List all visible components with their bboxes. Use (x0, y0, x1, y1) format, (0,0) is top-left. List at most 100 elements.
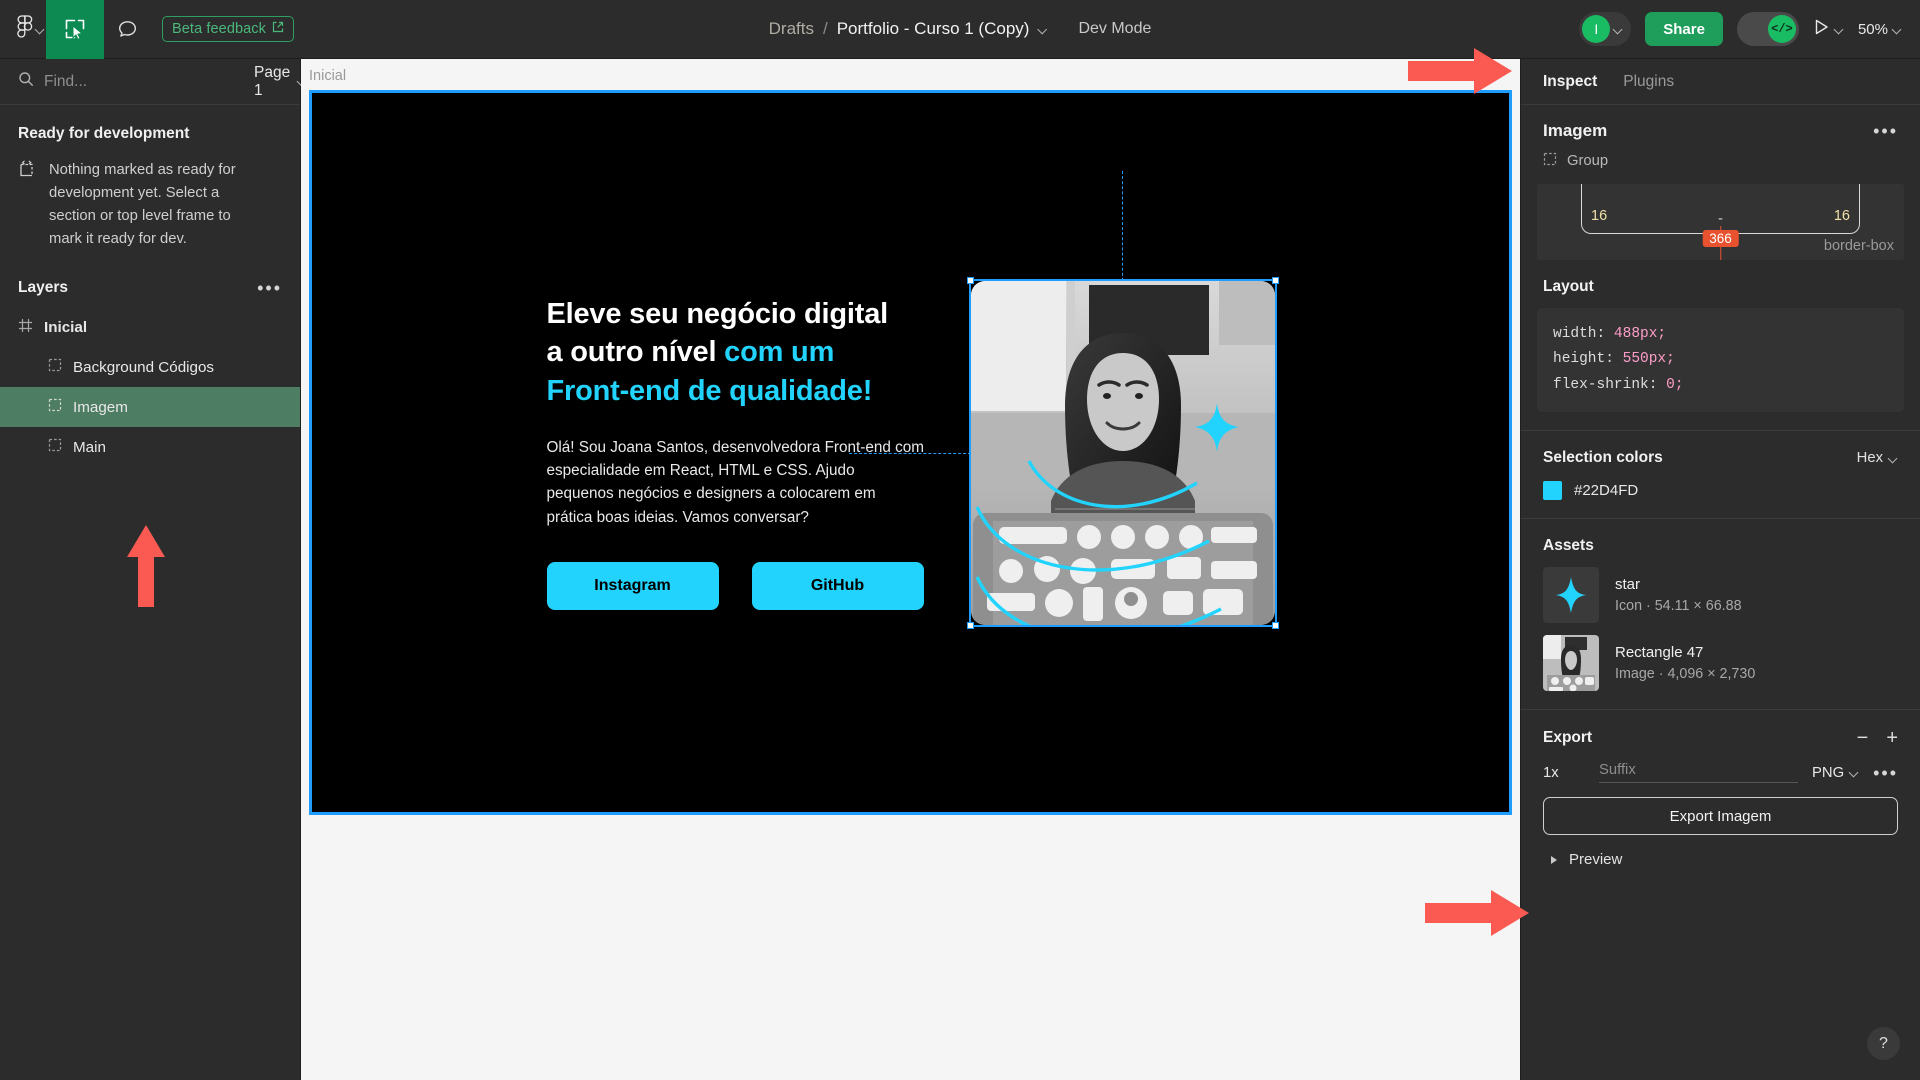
breadcrumb: Drafts / Portfolio - Curso 1 (Copy) Dev … (769, 19, 1152, 39)
css-value: 0; (1666, 376, 1684, 393)
measurement-badge: 366 (1702, 230, 1739, 247)
selected-image-group[interactable] (848, 170, 1279, 629)
selection-type-label: Group (1567, 153, 1609, 169)
color-swatch[interactable] (1543, 481, 1562, 501)
dev-mode-toggle[interactable]: </> (1736, 12, 1799, 46)
asset-name: star (1615, 576, 1641, 594)
tab-plugins[interactable]: Plugins (1623, 73, 1674, 91)
beta-feedback-button[interactable]: Beta feedback (162, 16, 295, 42)
selection-handle-bottom-right[interactable] (1271, 621, 1279, 629)
export-suffix-input[interactable] (1599, 762, 1799, 784)
share-button[interactable]: Share (1645, 12, 1723, 46)
group-icon (1543, 152, 1557, 170)
selection-handle-bottom-left[interactable] (966, 621, 974, 629)
export-header: Export − + (1543, 728, 1898, 748)
main-body: Page 1 Ready for development Nothing mar… (0, 59, 1920, 1080)
dev-mode-label: Dev Mode (1078, 20, 1152, 37)
add-export-icon[interactable]: + (1886, 728, 1898, 748)
color-hex-value: #22D4FD (1574, 482, 1639, 500)
chevron-down-icon (36, 25, 45, 34)
hero-paragraph: Olá! Sou Joana Santos, desenvolvedora Fr… (546, 438, 925, 526)
avatar[interactable]: I (1582, 15, 1611, 43)
export-imagem-button[interactable]: Export Imagem (1543, 797, 1898, 836)
selection-color-item[interactable]: #22D4FD (1521, 467, 1920, 501)
box-model-center-value: - (1718, 211, 1723, 227)
instagram-button[interactable]: Instagram (546, 561, 719, 610)
avatar-chevron-down-icon[interactable] (1614, 25, 1623, 34)
ready-for-development-title: Ready for development (18, 125, 190, 142)
selection-handle-top-left[interactable] (966, 276, 974, 284)
frame-name-label[interactable]: Inicial (309, 68, 346, 84)
hero-photo (970, 280, 1275, 625)
asset-item-rectangle-47[interactable]: Rectangle 47 Image · 4,096 × 2,730 (1521, 623, 1920, 692)
github-button[interactable]: GitHub (751, 561, 924, 610)
asset-info: Rectangle 47 Image · 4,096 × 2,730 (1615, 644, 1755, 682)
help-button[interactable]: ? (1867, 1027, 1900, 1060)
group-icon (48, 438, 62, 456)
inspect-panel-tabs: Inspect Plugins (1521, 59, 1920, 105)
selection-type-row: Group (1543, 152, 1898, 170)
preview-disclosure[interactable]: Preview (1521, 835, 1920, 868)
ready-for-development-section: Ready for development Nothing marked as … (0, 105, 300, 265)
page-selector[interactable]: Page 1 (254, 64, 305, 100)
asset-item-star[interactable]: star Icon · 54.11 × 66.88 (1521, 555, 1920, 624)
frame-icon (18, 318, 33, 337)
tab-inspect[interactable]: Inspect (1543, 73, 1597, 91)
selection-more-options-icon[interactable]: ••• (1873, 122, 1898, 140)
present-group[interactable] (1813, 18, 1844, 41)
layer-item-inicial[interactable]: Inicial (0, 307, 300, 347)
zoom-level-label: 50% (1857, 20, 1888, 38)
box-model-diagram: 16 - 16 366 border-box (1537, 184, 1904, 260)
color-format-chevron-down-icon[interactable] (1889, 454, 1898, 463)
play-icon[interactable] (1813, 18, 1830, 41)
frame-inicial[interactable]: Eleve seu negócio digital a outro nível … (309, 90, 1512, 815)
export-controls: − + (1857, 728, 1898, 748)
asset-meta: Icon · 54.11 × 66.88 (1615, 598, 1742, 615)
chevron-right-icon[interactable] (1551, 855, 1557, 864)
comment-tool-button[interactable] (104, 0, 150, 59)
selection-header: Imagem ••• Group (1521, 105, 1920, 170)
layers-more-options-icon[interactable]: ••• (257, 279, 282, 297)
css-property: flex-shrink: (1553, 376, 1658, 393)
selection-colors-header: Selection colors Hex (1543, 449, 1898, 467)
avatar-group[interactable]: I (1579, 12, 1632, 46)
layer-item-background-codigos[interactable]: Background Códigos (0, 347, 300, 387)
export-section: Export − + (1521, 710, 1920, 748)
search-input[interactable] (44, 72, 244, 91)
export-format-chevron-down-icon[interactable] (1850, 768, 1859, 777)
top-toolbar: Beta feedback Drafts / Portfolio - Curso… (0, 0, 1920, 59)
zoom-chevron-down-icon[interactable] (1893, 25, 1902, 34)
layout-code-block[interactable]: width: 488px; height: 550px; flex-shrink… (1537, 308, 1904, 413)
group-icon (48, 358, 62, 376)
remove-export-icon[interactable]: − (1857, 728, 1869, 748)
export-format-dropdown[interactable]: PNG (1812, 765, 1859, 781)
assets-section: Assets (1521, 519, 1920, 555)
figma-dev-mode-window: Beta feedback Drafts / Portfolio - Curso… (0, 0, 1920, 1080)
present-chevron-down-icon[interactable] (1835, 25, 1844, 34)
color-format-dropdown[interactable]: Hex (1857, 450, 1898, 466)
canvas-area[interactable]: Inicial Eleve seu negócio digital a outr… (301, 59, 1520, 1080)
page-label: Page 1 (254, 63, 291, 99)
measurement-line-horizontal (848, 452, 971, 454)
export-scale-label[interactable]: 1x (1543, 765, 1585, 781)
zoom-control[interactable]: 50% (1858, 21, 1902, 38)
layer-item-main[interactable]: Main (0, 427, 300, 467)
headline-line-2-accent: com um (724, 336, 835, 369)
layers-header: Layers ••• (0, 265, 300, 307)
headline-line-2-plain: a outro nível (546, 336, 725, 369)
export-title: Export (1543, 729, 1593, 747)
export-format-label: PNG (1812, 764, 1845, 781)
inspect-cursor-tool[interactable] (46, 0, 104, 59)
layer-item-imagem[interactable]: Imagem (0, 387, 300, 428)
selection-handle-top-right[interactable] (1271, 276, 1279, 284)
color-format-label: Hex (1856, 450, 1883, 467)
figma-menu-button[interactable] (0, 0, 46, 58)
breadcrumb-file-name[interactable]: Portfolio - Curso 1 (Copy) (837, 19, 1030, 39)
hero-buttons: Instagram GitHub (546, 561, 925, 610)
file-menu-chevron-down-icon[interactable] (1038, 25, 1047, 34)
layout-section: Layout (1521, 260, 1920, 296)
ready-empty-text: Nothing marked as ready for development … (49, 162, 236, 248)
breadcrumb-drafts[interactable]: Drafts (769, 19, 814, 39)
export-more-options-icon[interactable]: ••• (1873, 764, 1898, 782)
css-property: width: (1553, 326, 1606, 342)
